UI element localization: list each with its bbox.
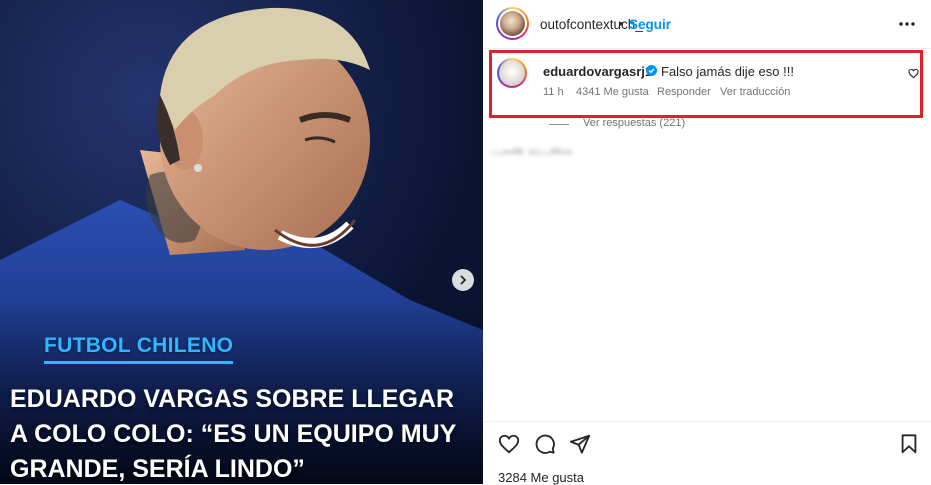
comment-icon[interactable] xyxy=(534,433,556,455)
author-avatar[interactable] xyxy=(496,7,529,40)
comment-like-heart-icon[interactable] xyxy=(908,68,919,79)
share-icon[interactable] xyxy=(569,433,591,455)
post-likes-count[interactable]: 3284 Me gusta xyxy=(498,470,584,485)
obscured-text: ▁▂▃ ▂▁▃▂ xyxy=(491,139,573,154)
next-image-button[interactable] xyxy=(452,269,474,291)
comment-likes[interactable]: 4341 Me gusta xyxy=(576,86,649,98)
verified-badge-icon xyxy=(646,65,657,76)
commenter-username[interactable]: eduardovargasrj1 xyxy=(543,64,652,79)
instagram-post-view: FUTBOL CHILENO EDUARDO VARGAS SOBRE LLEG… xyxy=(0,0,931,485)
post-image[interactable]: FUTBOL CHILENO EDUARDO VARGAS SOBRE LLEG… xyxy=(0,0,483,484)
highlight-box xyxy=(489,50,923,118)
comments-panel: outofcontextuch_ • Seguir eduardovargasr… xyxy=(483,0,931,485)
category-tag: FUTBOL CHILENO xyxy=(44,334,234,364)
heart-icon[interactable] xyxy=(498,433,520,455)
separator-dot: • xyxy=(619,16,624,31)
view-replies-button[interactable]: Ver respuestas (221) xyxy=(583,117,685,129)
replies-divider xyxy=(549,124,569,125)
see-translation-button[interactable]: Ver traducción xyxy=(720,86,790,98)
author-username[interactable]: outofcontextuch_ xyxy=(540,17,643,32)
commenter-avatar[interactable] xyxy=(497,58,527,88)
post-header: outofcontextuch_ • Seguir xyxy=(483,0,931,49)
comment-time: 11 h xyxy=(543,86,564,98)
post-headline: EDUARDO VARGAS SOBRE LLEGAR A COLO COLO:… xyxy=(10,385,456,483)
reply-button[interactable]: Responder xyxy=(657,86,711,98)
comment-text: Falso jamás dije eso !!! xyxy=(661,64,794,79)
more-horizontal-icon[interactable] xyxy=(898,15,916,33)
bookmark-icon[interactable] xyxy=(898,433,920,455)
chevron-right-icon xyxy=(460,275,467,285)
author-avatar-image xyxy=(500,11,525,36)
follow-button[interactable]: Seguir xyxy=(629,17,671,32)
actions-divider xyxy=(483,421,931,422)
